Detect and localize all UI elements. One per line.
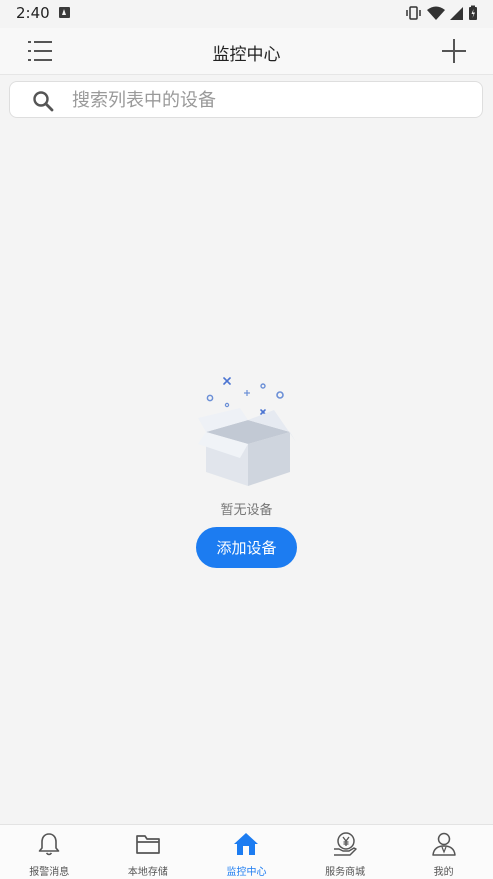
bottom-nav: 报警消息 本地存储 监控中心 服务商城 我的: [0, 824, 493, 879]
status-time: 2:40: [16, 4, 50, 22]
page-title: 监控中心: [212, 45, 281, 65]
search-bar[interactable]: [9, 81, 483, 119]
notification-a-icon: [59, 7, 70, 18]
vibrate-icon: [406, 6, 421, 20]
nav-item-mine[interactable]: 我的: [394, 825, 493, 879]
wifi-icon: [427, 6, 445, 20]
nav-label: 报警消息: [29, 867, 70, 878]
folder-icon: [136, 835, 160, 854]
battery-icon: [469, 5, 477, 20]
nav-label: 监控中心: [226, 867, 267, 878]
app-header: 监控中心: [0, 28, 493, 75]
nav-label: 服务商城: [325, 867, 366, 878]
plus-icon[interactable]: [441, 38, 467, 64]
nav-item-monitor-center[interactable]: 监控中心: [197, 825, 296, 879]
empty-state-message: 暂无设备: [220, 503, 273, 518]
add-device-button[interactable]: 添加设备: [196, 527, 297, 568]
nav-item-alarm-messages[interactable]: 报警消息: [0, 825, 99, 879]
home-icon: [234, 833, 259, 855]
nav-item-service-mall[interactable]: 服务商城: [296, 825, 395, 879]
bell-icon: [38, 833, 60, 856]
yen-hand-icon: [334, 832, 357, 856]
user-icon: [431, 832, 456, 856]
search-input[interactable]: [70, 82, 474, 119]
search-icon: [33, 91, 54, 112]
signal-icon: [450, 7, 463, 20]
nav-item-local-storage[interactable]: 本地存储: [99, 825, 198, 879]
status-bar: 2:40: [0, 0, 493, 28]
empty-box-illustration: [196, 372, 300, 488]
nav-label: 我的: [433, 867, 454, 878]
nav-label: 本地存储: [127, 867, 168, 878]
status-icons: [405, 5, 479, 21]
